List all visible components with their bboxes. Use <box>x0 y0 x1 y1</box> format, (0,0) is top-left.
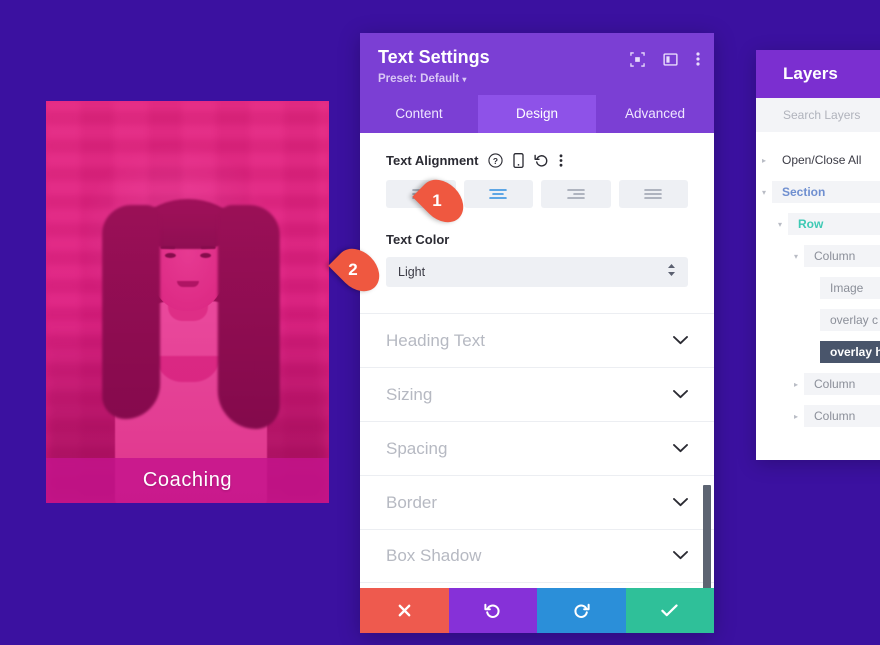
layer-row-image[interactable]: Image <box>756 272 880 304</box>
chevron-down-icon <box>673 547 688 565</box>
preset-label: Preset: Default <box>378 73 460 85</box>
chevron-down-icon: ▾ <box>462 75 467 84</box>
kebab-menu-icon[interactable] <box>696 51 700 67</box>
chevron-right-icon[interactable]: ▸ <box>788 412 804 421</box>
layer-row-open-close-all[interactable]: ▸ Open/Close All <box>756 144 880 176</box>
svg-text:?: ? <box>493 156 498 166</box>
save-button[interactable] <box>625 588 714 633</box>
settings-panel-footer <box>360 588 714 633</box>
panel-header-icon-group <box>630 51 700 67</box>
chevron-right-icon[interactable]: ▸ <box>756 156 772 165</box>
text-alignment-label: Text Alignment <box>386 153 479 168</box>
accordion-heading-text[interactable]: Heading Text <box>360 313 714 367</box>
chevron-down-icon[interactable]: ▾ <box>772 220 788 229</box>
settings-panel-scrollbar[interactable] <box>703 485 711 588</box>
chevron-right-icon[interactable]: ▸ <box>788 380 804 389</box>
accordion-border[interactable]: Border <box>360 475 714 529</box>
layer-label: Column <box>804 373 880 395</box>
coaching-image-module[interactable]: Coaching <box>46 101 329 503</box>
tab-design[interactable]: Design <box>478 95 596 133</box>
settings-panel-body: Text Alignment ? Text Color Light Headin… <box>360 133 714 588</box>
layer-row-row[interactable]: ▾ Row <box>756 208 880 240</box>
layer-row-column-2[interactable]: ▸ Column <box>756 368 880 400</box>
select-updown-icon <box>667 263 676 282</box>
step-marker-1: 1 <box>412 171 472 231</box>
settings-tabs: Content Design Advanced <box>360 95 714 133</box>
step-marker-2: 2 <box>328 240 388 300</box>
layer-label: overlay h <box>820 341 880 363</box>
layer-label: Row <box>788 213 880 235</box>
layers-title: Layers <box>783 64 838 83</box>
layer-label: overlay c <box>820 309 880 331</box>
accordion-box-shadow[interactable]: Box Shadow <box>360 529 714 583</box>
chevron-down-icon <box>673 494 688 512</box>
accordion-sizing[interactable]: Sizing <box>360 367 714 421</box>
text-alignment-label-row: Text Alignment ? <box>386 153 688 168</box>
accordion-label: Box Shadow <box>386 546 482 565</box>
text-color-select[interactable]: Light <box>386 257 688 287</box>
chevron-down-icon[interactable]: ▾ <box>788 252 804 261</box>
design-accordion-list: Heading Text Sizing Spacing Border Box S… <box>360 313 714 583</box>
chevron-down-icon[interactable]: ▾ <box>756 188 772 197</box>
align-right-button[interactable] <box>541 180 611 208</box>
tab-content[interactable]: Content <box>360 95 478 133</box>
help-icon[interactable]: ? <box>488 153 504 168</box>
accordion-spacing[interactable]: Spacing <box>360 421 714 475</box>
chevron-down-icon <box>673 332 688 350</box>
cancel-button[interactable] <box>360 588 449 633</box>
layers-panel: Layers Search Layers ▸ Open/Close All ▾ … <box>756 50 880 460</box>
text-alignment-section: Text Alignment ? Text Color Light <box>360 133 714 287</box>
chevron-down-icon <box>673 440 688 458</box>
align-justify-button[interactable] <box>618 180 688 208</box>
redo-button[interactable] <box>537 588 626 633</box>
layers-panel-header: Layers <box>756 50 880 98</box>
align-center-button[interactable] <box>463 180 533 208</box>
focus-target-icon[interactable] <box>630 51 645 67</box>
reset-icon[interactable] <box>534 153 549 168</box>
text-color-label: Text Color <box>386 232 450 247</box>
accordion-label: Border <box>386 492 438 512</box>
marker-number: 1 <box>432 191 442 210</box>
text-settings-panel: Text Settings Preset: Default ▾ Content … <box>360 33 714 633</box>
coaching-photo <box>46 101 329 503</box>
undo-button[interactable] <box>448 588 537 633</box>
layer-label: Open/Close All <box>782 153 862 167</box>
coaching-caption: Coaching <box>46 458 329 503</box>
layers-search-input[interactable]: Search Layers <box>756 98 880 132</box>
layer-row-section[interactable]: ▾ Section <box>756 176 880 208</box>
kebab-menu-icon[interactable] <box>559 153 563 168</box>
layer-row-column-1[interactable]: ▾ Column <box>756 240 880 272</box>
marker-number: 2 <box>348 260 358 279</box>
preset-selector[interactable]: Preset: Default ▾ <box>378 73 696 85</box>
tab-advanced[interactable]: Advanced <box>596 95 714 133</box>
responsive-device-icon[interactable] <box>513 153 525 168</box>
layer-row-column-3[interactable]: ▸ Column <box>756 400 880 432</box>
layout-panel-icon[interactable] <box>663 52 678 67</box>
accordion-label: Heading Text <box>386 330 485 350</box>
text-color-value: Light <box>398 265 426 279</box>
layer-label: Section <box>772 181 880 203</box>
accordion-label: Sizing <box>386 384 433 404</box>
layer-label: Column <box>804 405 880 427</box>
pink-gradient-overlay <box>46 101 329 503</box>
accordion-label: Spacing <box>386 438 448 458</box>
settings-panel-header: Text Settings Preset: Default ▾ <box>360 33 714 95</box>
layer-label: Image <box>820 277 880 299</box>
layers-tree: ▸ Open/Close All ▾ Section ▾ Row ▾ Colum… <box>756 132 880 432</box>
layer-row-overlay-h-selected[interactable]: overlay h <box>756 336 880 368</box>
chevron-down-icon <box>673 386 688 404</box>
layer-label: Column <box>804 245 880 267</box>
layer-row-overlay-c[interactable]: overlay c <box>756 304 880 336</box>
